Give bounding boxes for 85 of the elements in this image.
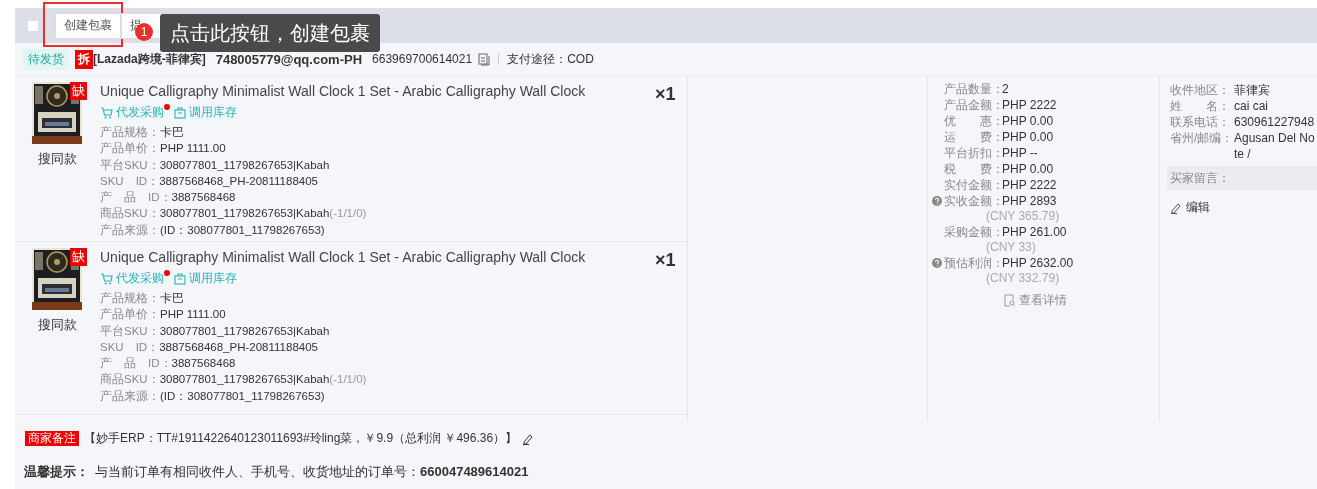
- missing-badge: 缺: [70, 248, 87, 266]
- missing-badge: 缺: [70, 82, 87, 100]
- recipient-label: 省州/邮编：: [1170, 130, 1234, 147]
- amount-label: 运 费：: [944, 129, 1002, 145]
- field-value: 3887568468_PH-20811188405: [159, 174, 318, 187]
- quantity: ×1: [655, 249, 677, 272]
- field-label: 产品规格：: [100, 292, 160, 304]
- field-value: 308077801_11798267653|Kabah: [159, 373, 330, 386]
- amount-value: PHP 2222: [1002, 97, 1057, 113]
- recipient-value: 菲律宾: [1234, 82, 1270, 98]
- field-value: (ID：308077801_11798267653): [160, 223, 325, 236]
- quantity: ×1: [655, 83, 677, 106]
- similar-search-link[interactable]: 搜同款: [38, 150, 77, 168]
- status-tag: 待发货: [23, 48, 69, 70]
- guide-tooltip: 点击此按钮，创建包裹: [160, 14, 380, 52]
- product-title[interactable]: Unique Calligraphy Minimalist Wall Clock 1 Set - Arabic Calligraphy Wall Clock: [100, 82, 655, 100]
- field-value: 308077801_11798267653|Kabah: [159, 207, 330, 220]
- amount-value: PHP 2893: [1002, 193, 1057, 209]
- field-value: 卡巴: [160, 126, 184, 138]
- recipient-label: 姓 名：: [1170, 98, 1231, 114]
- converted-amount: (CNY 33): [985, 240, 1037, 255]
- payment-method: 支付途径：COD: [507, 50, 594, 68]
- recipient-value: cai cai: [1234, 98, 1268, 114]
- recipient-value: Agusan Del No: [1234, 130, 1315, 146]
- amount-label: 产品数量：: [944, 81, 1002, 97]
- merchant-note-tag: 商家备注: [25, 431, 79, 446]
- field-value: 3887568468: [171, 191, 236, 204]
- amount-value: PHP 0.00: [1002, 113, 1054, 129]
- recipient-label: 收件地区：: [1170, 82, 1231, 98]
- tip-label: 温馨提示：: [24, 464, 89, 479]
- field-value: 308077801_11798267653|Kabah: [159, 158, 330, 171]
- toolbar-button[interactable]: 创建包裹: [55, 12, 121, 39]
- amount-value: 2: [1002, 81, 1009, 97]
- product-title[interactable]: Unique Calligraphy Minimalist Wall Clock 1 Set - Arabic Calligraphy Wall Clock: [100, 248, 655, 266]
- converted-amount: (CNY 332.79): [985, 271, 1061, 286]
- field-label: 产品单价：: [100, 142, 160, 155]
- stock-note: (-1/1/0): [329, 373, 367, 386]
- merchant-note: 【妙手ERP：TT#1911422640123011693#玲ling菜，￥9.9（总利润 ￥496.36）】: [84, 430, 518, 447]
- field-value: PHP 1111.00: [160, 142, 226, 155]
- amount-label: 平台折扣：: [944, 145, 1002, 161]
- field-label: 商品SKU：: [100, 373, 160, 386]
- field-label: SKU ID：: [100, 340, 160, 353]
- amount-label: 优 惠：: [944, 113, 1002, 129]
- amount-value: PHP --: [1002, 145, 1038, 161]
- field-label: 产品来源：: [100, 223, 160, 236]
- field-label: 平台SKU：: [100, 158, 160, 171]
- amount-label: 实收金额：: [944, 193, 1002, 209]
- recipient-value: 630961227948: [1234, 114, 1315, 130]
- account-name: 748005779@qq.com-PH: [215, 51, 363, 67]
- field-label: 产品规格：: [100, 126, 160, 138]
- split-badge: 拆: [75, 49, 93, 69]
- field-label: 产品来源：: [100, 389, 160, 402]
- field-label: SKU ID：: [100, 174, 160, 187]
- amount-label: 实付金额：: [944, 177, 1002, 193]
- amount-value: PHP 0.00: [1002, 161, 1054, 177]
- amount-label: 税 费：: [944, 161, 1002, 177]
- related-order-number: 660047489614021: [420, 464, 529, 479]
- shop-name: [Lazada跨境-菲律宾]: [93, 50, 206, 68]
- amount-label: 产品金额：: [944, 97, 1002, 113]
- amount-label: 预估利润：: [944, 255, 1002, 271]
- amount-value: PHP 261.00: [1002, 224, 1067, 240]
- field-label: 平台SKU：: [100, 324, 160, 337]
- amount-value: PHP 2222: [1002, 177, 1057, 193]
- field-label: 产 品 ID：: [100, 357, 172, 370]
- field-label: 产 品 ID：: [100, 191, 172, 204]
- field-value: 308077801_11798267653|Kabah: [159, 324, 330, 337]
- field-value: (ID：308077801_11798267653): [160, 389, 325, 402]
- amount-label: 采购金额：: [944, 224, 1002, 240]
- field-label: 商品SKU：: [100, 207, 160, 220]
- edit-link[interactable]: 编辑: [1186, 199, 1210, 216]
- field-value: 卡巴: [160, 292, 184, 304]
- recipient-value: te /: [1234, 146, 1252, 162]
- stock-note: (-1/1/0): [329, 207, 367, 220]
- field-label: 产品单价：: [100, 308, 160, 321]
- field-value: 3887568468_PH-20811188405: [159, 340, 318, 353]
- amount-value: PHP 0.00: [1002, 129, 1054, 145]
- tip-text: 与当前订单有相同收件人、手机号、收货地址的订单号：: [95, 464, 420, 479]
- recipient-label: 联系电话：: [1170, 114, 1231, 130]
- similar-search-link[interactable]: 搜同款: [38, 316, 77, 334]
- buyer-message-label: 买家留言：: [1170, 169, 1230, 187]
- field-value: 3887568468: [171, 357, 236, 370]
- field-value: PHP 1111.00: [160, 308, 226, 321]
- order-number: 663969700614021: [372, 52, 473, 66]
- converted-amount: (CNY 365.79): [985, 209, 1061, 224]
- amount-value: PHP 2632.00: [1002, 255, 1074, 271]
